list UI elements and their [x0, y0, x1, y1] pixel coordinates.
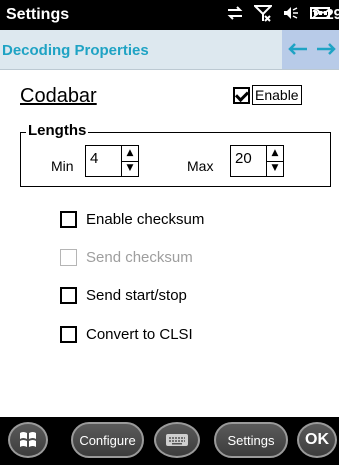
send-checksum-label: Send checksum: [86, 249, 193, 266]
enable-checksum-label[interactable]: Enable checksum: [86, 211, 204, 228]
connectivity-icon[interactable]: [226, 4, 244, 26]
min-down-arrow-icon[interactable]: ▼: [122, 162, 138, 177]
min-spinner[interactable]: 4 ▲ ▼: [85, 145, 139, 177]
page-title: Decoding Properties: [2, 42, 149, 59]
ok-button[interactable]: OK: [297, 422, 337, 458]
enable-checksum-option[interactable]: Enable checksum: [60, 211, 204, 228]
send-start-stop-option[interactable]: Send start/stop: [60, 287, 187, 304]
windows-start-button[interactable]: [8, 422, 48, 458]
enable-label[interactable]: Enable: [252, 85, 302, 105]
max-label: Max: [187, 158, 214, 174]
page-header: Decoding Properties: [0, 30, 339, 70]
bottom-bar: Configure Settings OK: [0, 417, 339, 465]
max-spinner[interactable]: 20 ▲ ▼: [230, 145, 284, 177]
keyboard-button[interactable]: [154, 422, 200, 458]
settings-button[interactable]: Settings: [214, 422, 288, 458]
configure-button[interactable]: Configure: [71, 422, 144, 458]
min-label: Min: [51, 158, 74, 174]
enable-checkbox-box[interactable]: [233, 86, 250, 104]
nav-arrows: [282, 30, 339, 69]
status-bar: Settings 2:29: [0, 0, 339, 30]
min-up-arrow-icon[interactable]: ▲: [122, 146, 138, 162]
convert-clsi-option[interactable]: Convert to CLSI: [60, 326, 193, 343]
send-start-stop-checkbox[interactable]: [60, 287, 77, 304]
max-up-arrow-icon[interactable]: ▲: [267, 146, 283, 162]
signal-icon[interactable]: [252, 4, 274, 26]
forward-arrow-icon[interactable]: [314, 37, 338, 61]
windows-start-icon: [20, 432, 36, 447]
min-value[interactable]: 4: [86, 146, 121, 176]
max-value[interactable]: 20: [231, 146, 266, 176]
enable-checkbox[interactable]: Enable: [233, 85, 302, 105]
back-arrow-icon[interactable]: [286, 37, 310, 61]
convert-clsi-label[interactable]: Convert to CLSI: [86, 326, 193, 343]
symbology-name: Codabar: [20, 85, 97, 107]
enable-checksum-checkbox[interactable]: [60, 211, 77, 228]
status-clock[interactable]: 2:29: [312, 6, 339, 23]
keyboard-icon: [166, 434, 188, 446]
send-checksum-checkbox: [60, 249, 77, 266]
lengths-group: Lengths Min 4 ▲ ▼ Max 20 ▲ ▼: [20, 122, 331, 187]
max-down-arrow-icon[interactable]: ▼: [267, 162, 283, 177]
send-start-stop-label[interactable]: Send start/stop: [86, 287, 187, 304]
lengths-group-title: Lengths: [26, 122, 89, 139]
volume-icon[interactable]: [282, 4, 300, 26]
status-app-title: Settings: [6, 6, 70, 23]
send-checksum-option: Send checksum: [60, 249, 193, 266]
convert-clsi-checkbox[interactable]: [60, 326, 77, 343]
